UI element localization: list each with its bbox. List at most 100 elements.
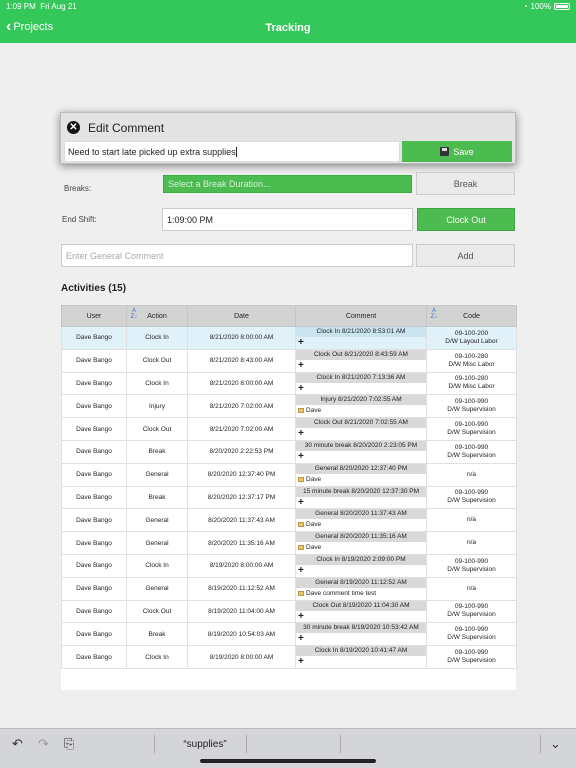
code-description: D/W Supervision (447, 611, 496, 619)
column-header-code[interactable]: Code A Z↓ (426, 305, 517, 327)
cell-comment[interactable]: General 8/20/2020 11:37:43 AM Dave (295, 508, 427, 533)
table-row[interactable]: Dave Bango Clock In 8/19/2020 8:00:00 AM Cl… (61, 645, 517, 669)
break-button[interactable]: Break (416, 172, 515, 195)
table-row[interactable]: Dave Bango Clock Out 8/21/2020 7:02:00 AM C… (61, 417, 517, 441)
cell-user: Dave Bango (61, 599, 127, 624)
sort-az-icon[interactable]: A Z↓ (429, 308, 439, 322)
cell-comment[interactable]: 30 minute break 8/20/2020 2:23:05 PM + (295, 439, 427, 464)
cell-action: Clock Out (126, 417, 188, 441)
table-row[interactable]: Dave Bango General 8/19/2020 11:12:52 AM Ge… (61, 576, 517, 601)
cell-user: Dave Bango (61, 326, 127, 350)
comment-detail: + (296, 611, 426, 622)
comment-detail: Dave comment time test (296, 588, 426, 599)
undo-icon[interactable]: ↶ (12, 736, 23, 752)
cell-comment[interactable]: Clock Out 8/21/2020 7:02:55 AM + (295, 417, 427, 441)
cell-code: 09-100-990 D/W Supervision (426, 394, 517, 419)
add-icon[interactable]: + (298, 451, 304, 461)
comment-detail: Dave (296, 519, 426, 530)
break-duration-select[interactable]: Select a Break Duration... (163, 175, 412, 193)
comment-header: Clock In 8/21/2020 8:53:01 AM (296, 327, 426, 337)
comment-header: Injury 8/21/2020 7:02:55 AM (296, 395, 426, 406)
column-header-action[interactable]: Action A Z↓ (126, 305, 188, 327)
cell-comment[interactable]: 15 minute break 8/20/2020 12:37:30 PM + (295, 485, 427, 510)
cell-comment[interactable]: Clock In 8/19/2020 10:41:47 AM + (295, 645, 427, 669)
cell-date: 8/21/2020 8:00:00 AM (187, 371, 296, 396)
table-row[interactable]: Dave Bango General 8/20/2020 12:37:40 PM Ge… (61, 462, 517, 487)
column-header-user[interactable]: User (61, 305, 127, 327)
column-header-date[interactable]: Date (187, 305, 296, 327)
code-number: 09-100-990 (454, 443, 489, 451)
cell-comment[interactable]: Clock In 8/19/2020 2:09:00 PM + (295, 553, 427, 578)
cell-action: General (126, 576, 188, 601)
activities-table: User Action A Z↓ Date Comment Code A Z↓ Dave… (61, 305, 517, 669)
add-icon[interactable]: + (298, 338, 304, 348)
add-comment-button[interactable]: Add (416, 244, 515, 267)
table-row[interactable]: Dave Bango Break 8/19/2020 10:54:03 AM 30 m… (61, 622, 517, 647)
cell-comment[interactable]: 30 minute break 8/19/2020 10:53:42 AM + (295, 622, 427, 647)
add-icon[interactable]: + (298, 657, 304, 667)
table-row[interactable]: Dave Bango Break 8/20/2020 12:37:17 PM 15 m… (61, 485, 517, 510)
add-icon[interactable]: + (298, 634, 304, 644)
add-icon[interactable]: + (298, 611, 304, 621)
general-comment-input[interactable]: Enter General Comment (61, 244, 413, 267)
cell-user: Dave Bango (61, 553, 127, 578)
cell-user: Dave Bango (61, 462, 127, 487)
cell-comment[interactable]: Clock In 8/21/2020 7:13:36 AM + (295, 371, 427, 396)
comment-detail: + (296, 383, 426, 394)
comment-input[interactable]: Need to start late picked up extra suppl… (64, 141, 400, 162)
cell-comment[interactable]: Clock Out 8/21/2020 8:43:59 AM + (295, 348, 427, 373)
code-number: 09-100-990 (454, 398, 489, 406)
table-row[interactable]: Dave Bango General 8/20/2020 11:35:16 AM Ge… (61, 531, 517, 555)
suggestion-word[interactable]: “supplies” (160, 739, 250, 750)
cell-comment[interactable]: General 8/19/2020 11:12:52 AM Dave commen… (295, 576, 427, 601)
cell-code: 09-100-990 D/W Supervision (426, 645, 517, 669)
save-button[interactable]: Save (402, 141, 512, 162)
cell-code: n/a (426, 576, 517, 601)
paste-icon[interactable]: ⎘ (64, 736, 74, 752)
table-row[interactable]: Dave Bango Clock Out 8/19/2020 11:04:00 AM… (61, 599, 517, 624)
cell-comment[interactable]: General 8/20/2020 12:37:40 PM Dave (295, 462, 427, 487)
redo-icon[interactable]: ↷ (38, 736, 49, 752)
add-icon[interactable]: + (298, 429, 304, 439)
comment-header: 30 minute break 8/20/2020 2:23:05 PM (296, 440, 426, 451)
cell-comment[interactable]: Clock In 8/21/2020 8:53:01 AM + (295, 326, 427, 350)
close-icon[interactable]: ✕ (67, 121, 80, 134)
add-icon[interactable]: + (298, 565, 304, 575)
table-row[interactable]: Dave Bango Injury 8/21/2020 7:02:00 AM Inju… (61, 394, 517, 419)
table-row[interactable]: Dave Bango Clock In 8/21/2020 8:00:00 AM Cl… (61, 326, 517, 350)
table-header-row: User Action A Z↓ Date Comment Code A Z↓ (61, 305, 517, 327)
table-row[interactable]: Dave Bango Break 8/20/2020 2:22:53 PM 30 mi… (61, 439, 517, 464)
clock-out-button[interactable]: Clock Out (417, 208, 515, 231)
cell-code: n/a (426, 531, 517, 555)
code-number: 09-100-990 (454, 489, 489, 497)
table-row[interactable]: Dave Bango General 8/20/2020 11:37:43 AM Ge… (61, 508, 517, 533)
cell-user: Dave Bango (61, 622, 127, 647)
cell-code: 09-100-990 D/W Supervision (426, 622, 517, 647)
comment-text: Dave (306, 521, 322, 529)
cell-action: Clock In (126, 645, 188, 669)
end-shift-time-field[interactable]: 1:09:00 PM (162, 208, 413, 231)
cell-comment[interactable]: General 8/20/2020 11:35:16 AM Dave (295, 531, 427, 555)
comment-header: General 8/20/2020 12:37:40 PM (296, 463, 426, 474)
comment-text: Dave (306, 475, 322, 483)
add-icon[interactable]: + (298, 360, 304, 370)
cell-comment[interactable]: Clock Out 8/19/2020 11:04:30 AM + (295, 599, 427, 624)
divider (340, 735, 341, 753)
cell-comment[interactable]: Injury 8/21/2020 7:02:55 AM Dave (295, 394, 427, 419)
code-description: D/W Layout Labor (445, 337, 498, 345)
cell-action: Clock In (126, 553, 188, 578)
cell-date: 8/19/2020 11:12:52 AM (187, 576, 296, 601)
chevron-down-icon[interactable]: ⌄ (550, 736, 561, 752)
note-icon (298, 476, 304, 482)
table-row[interactable]: Dave Bango Clock In 8/19/2020 8:00:00 AM Cl… (61, 553, 517, 578)
code-description: D/W Misc Labor (448, 360, 495, 368)
cell-action: Injury (126, 394, 188, 419)
sort-az-icon[interactable]: A Z↓ (129, 308, 139, 322)
table-row[interactable]: Dave Bango Clock In 8/21/2020 8:00:00 AM Cl… (61, 371, 517, 396)
column-header-comment[interactable]: Comment (295, 305, 427, 327)
table-row[interactable]: Dave Bango Clock Out 8/21/2020 8:43:00 AM C… (61, 348, 517, 373)
add-icon[interactable]: + (298, 497, 304, 507)
add-icon[interactable]: + (298, 383, 304, 393)
comment-header: Clock Out 8/19/2020 11:04:30 AM (296, 600, 426, 611)
comment-header: General 8/20/2020 11:35:16 AM (296, 532, 426, 543)
